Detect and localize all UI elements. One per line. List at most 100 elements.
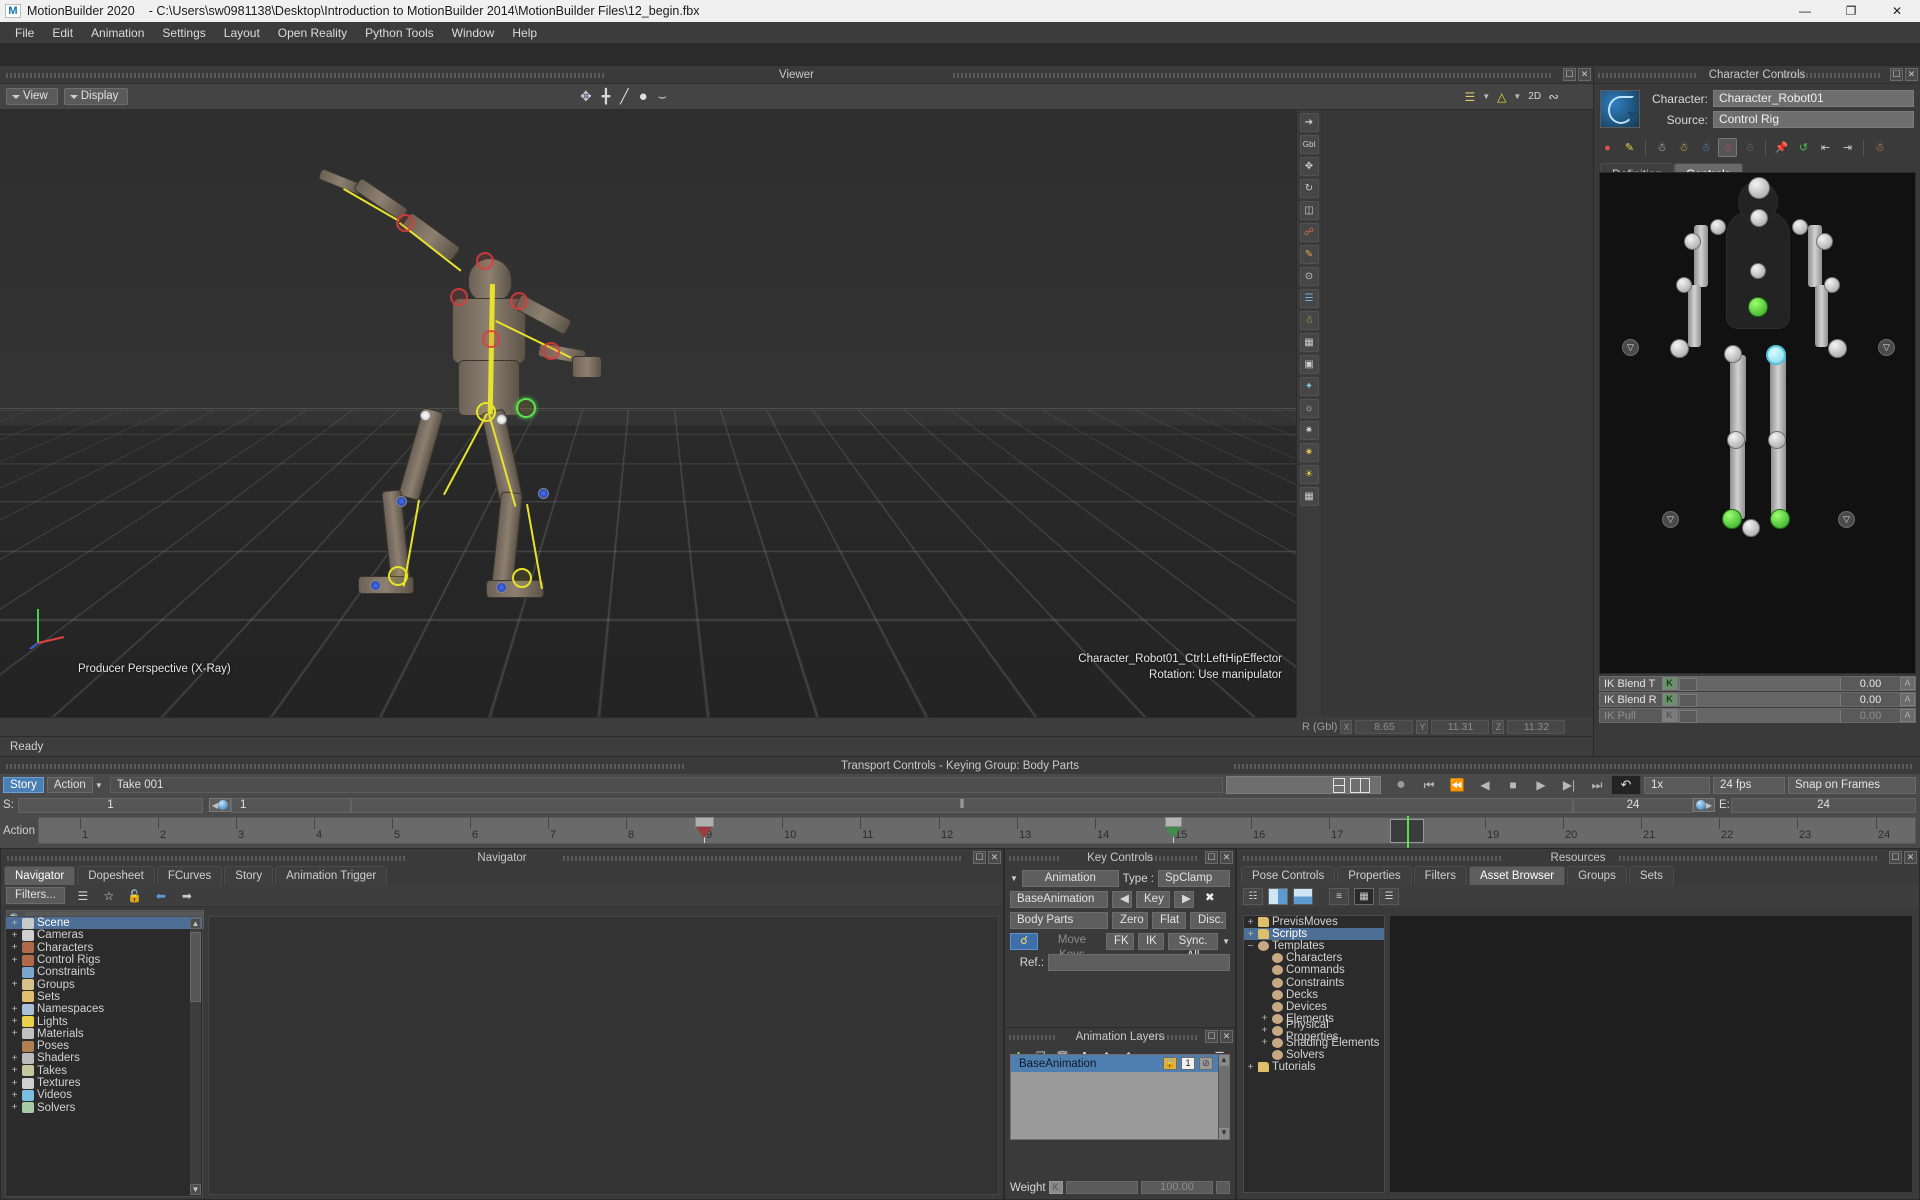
- rig-joint-spine[interactable]: [1748, 297, 1768, 317]
- expand-icon[interactable]: +: [10, 942, 19, 953]
- chevron-down-icon[interactable]: ▼: [95, 781, 103, 790]
- prev-key-icon[interactable]: ◀: [1112, 891, 1132, 908]
- joint-effector-hips[interactable]: [476, 402, 496, 422]
- menu-open-reality[interactable]: Open Reality: [269, 23, 356, 43]
- joint-effector-elbow-r[interactable]: [396, 214, 414, 232]
- move-icon[interactable]: ✥: [1299, 157, 1319, 176]
- menu-edit[interactable]: Edit: [43, 23, 82, 43]
- sync-all-button[interactable]: Sync. All: [1167, 933, 1219, 962]
- asset-tree-item-scripts[interactable]: + Scripts: [1244, 928, 1384, 941]
- tree-item-sets[interactable]: Sets: [6, 991, 202, 1003]
- character-rig-canvas[interactable]: ▽ ▽ ▽ ▽: [1599, 172, 1916, 674]
- tab-sets[interactable]: Sets: [1628, 866, 1674, 885]
- flat-button[interactable]: Flat: [1152, 912, 1186, 929]
- stick-figure-icon[interactable]: ☃: [1652, 138, 1671, 157]
- tab-fcurves[interactable]: FCurves: [156, 866, 223, 885]
- ik-icon[interactable]: ✷: [1299, 421, 1319, 440]
- disc-button[interactable]: Disc.: [1190, 912, 1226, 929]
- asset-tree-item-commands[interactable]: Commands: [1244, 964, 1384, 976]
- rig-expand-right-foot-button[interactable]: ▽: [1838, 511, 1855, 528]
- character-figure[interactable]: [300, 167, 610, 640]
- tree-item-scene[interactable]: + Scene: [6, 917, 202, 930]
- rig-joint-chest[interactable]: [1750, 263, 1766, 279]
- menu-settings[interactable]: Settings: [153, 23, 214, 43]
- rope-icon[interactable]: ∾: [1548, 89, 1559, 105]
- timeline-track[interactable]: 123456789101112131415161718192021222324: [38, 816, 1916, 848]
- rig-joint-head[interactable]: [1748, 177, 1770, 199]
- menu-animation[interactable]: Animation: [82, 23, 153, 43]
- rig-joint-hand-l[interactable]: [1828, 339, 1847, 358]
- story-button[interactable]: Story: [3, 777, 44, 793]
- tree-item-materials[interactable]: + Materials: [6, 1028, 202, 1040]
- minimize-button[interactable]: —: [1782, 0, 1828, 22]
- detail-view-icon[interactable]: ☰: [1379, 887, 1399, 905]
- next-key-icon[interactable]: ▶: [1174, 891, 1194, 908]
- fk-figure-icon[interactable]: ☃: [1674, 138, 1693, 157]
- joint-marker-knee-l[interactable]: [538, 488, 549, 499]
- end-frame-field[interactable]: 24: [1731, 797, 1916, 813]
- scale-icon[interactable]: ◫: [1299, 201, 1319, 220]
- step-forward-icon[interactable]: ▶|: [1555, 775, 1583, 795]
- expand-icon[interactable]: +: [10, 1016, 19, 1027]
- al-close-icon[interactable]: ✕: [1220, 1030, 1233, 1043]
- viewer-maximize-icon[interactable]: ☐: [1563, 68, 1576, 81]
- snap-select[interactable]: Snap on Frames: [1788, 776, 1916, 794]
- tree-item-shaders[interactable]: + Shaders: [6, 1052, 202, 1064]
- chevron-down-icon[interactable]: ▼: [1513, 92, 1521, 101]
- translate-tool-icon[interactable]: ╋: [602, 88, 610, 105]
- navigator-scrollbar[interactable]: ▲ ▼: [190, 918, 201, 1195]
- pivot-icon[interactable]: ⊙: [1299, 267, 1319, 286]
- rig-joint-elbow-l[interactable]: [1824, 277, 1840, 293]
- zero-button[interactable]: Zero: [1112, 912, 1148, 929]
- expand-icon[interactable]: +: [1246, 929, 1255, 940]
- tree-item-lights[interactable]: + Lights: [6, 1015, 202, 1028]
- bodyparts-select[interactable]: Body Parts: [1010, 912, 1108, 929]
- pin-rotate-icon[interactable]: ↺: [1794, 138, 1813, 157]
- axis-x-value[interactable]: 8.65: [1355, 720, 1414, 734]
- list-icon[interactable]: ☰: [75, 888, 91, 904]
- animation-layers-list[interactable]: BaseAnimation 🔒 1 ⊘ ▲ ▼: [1010, 1054, 1230, 1140]
- tab-story[interactable]: Story: [224, 866, 274, 885]
- rig-joint-arm-l[interactable]: [1816, 233, 1833, 250]
- joint-effector-elbow-l[interactable]: [542, 342, 560, 360]
- sun-icon[interactable]: ☀: [1299, 465, 1319, 484]
- lock-icon[interactable]: 🔓: [127, 888, 143, 904]
- rig-joint-knee-r[interactable]: [1727, 431, 1745, 449]
- nav-maximize-icon[interactable]: ☐: [973, 851, 986, 864]
- ik-blend-r-slider[interactable]: [1677, 693, 1840, 707]
- joint-marker-knee-r[interactable]: [396, 496, 407, 507]
- tree-item-characters[interactable]: + Characters: [6, 942, 202, 954]
- curve-tool-icon[interactable]: ⌣: [658, 88, 667, 105]
- paint-icon[interactable]: ✎: [1299, 245, 1319, 264]
- ref-select[interactable]: [1048, 954, 1230, 971]
- list-item[interactable]: BaseAnimation 🔒 1 ⊘: [1011, 1055, 1229, 1072]
- previous-key-icon[interactable]: ⏪: [1443, 775, 1471, 795]
- start-frame-field[interactable]: 1: [18, 797, 203, 813]
- scroll-down-icon[interactable]: ▼: [1219, 1128, 1229, 1139]
- kc-maximize-icon[interactable]: ☐: [1205, 851, 1218, 864]
- rig-joint-knee-l[interactable]: [1768, 431, 1786, 449]
- timeline-range-slider[interactable]: ‖: [351, 797, 1573, 813]
- tree-item-videos[interactable]: + Videos: [6, 1089, 202, 1101]
- asset-tree-item-solvers[interactable]: Solvers: [1244, 1049, 1384, 1061]
- expand-icon[interactable]: +: [10, 955, 19, 966]
- asset-tree-item-devices[interactable]: Devices: [1244, 1001, 1384, 1013]
- end-slider-handle[interactable]: ▶: [1693, 798, 1715, 812]
- tab-dopesheet[interactable]: Dopesheet: [77, 866, 155, 885]
- scroll-down-icon[interactable]: ▼: [190, 1184, 201, 1195]
- take-select[interactable]: Take 001: [109, 777, 1223, 793]
- joint-marker-ankle-l[interactable]: [496, 582, 507, 593]
- rig-joint-elbow-r[interactable]: [1676, 277, 1692, 293]
- record-icon[interactable]: ●: [1387, 775, 1415, 795]
- ik-button[interactable]: IK: [1137, 933, 1164, 950]
- skeleton-icon[interactable]: ☃: [1299, 311, 1319, 330]
- line-tool-icon[interactable]: ╱: [620, 88, 628, 105]
- magnet-icon[interactable]: ☍: [1299, 223, 1319, 242]
- tab-pose-controls[interactable]: Pose Controls: [1241, 866, 1336, 885]
- playback-speed-select[interactable]: 1x: [1644, 776, 1710, 794]
- arrow-select-icon[interactable]: ➔: [1299, 113, 1319, 132]
- joint-effector-lefthip-selected[interactable]: [516, 398, 536, 418]
- ik-blend-t-slider[interactable]: [1677, 677, 1840, 691]
- tab-groups[interactable]: Groups: [1567, 866, 1627, 885]
- joint-effector-shoulder-l[interactable]: [510, 292, 528, 310]
